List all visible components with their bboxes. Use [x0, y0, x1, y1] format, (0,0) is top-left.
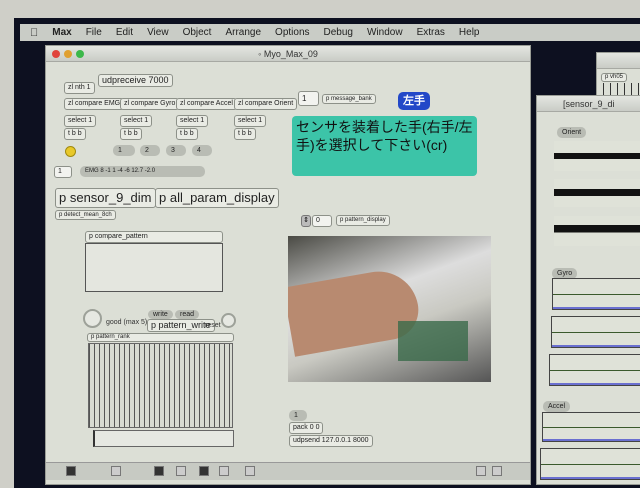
- grid-icon[interactable]: [219, 466, 229, 476]
- zl-compare-emg[interactable]: zl compare EMG: [64, 98, 125, 110]
- message-bank-object[interactable]: p message_bank: [322, 94, 376, 104]
- inspector-icon[interactable]: [199, 466, 209, 476]
- instruction-comment: センサを装着した手(右手/左手)を選択して下さい(cr): [292, 116, 477, 176]
- pattern-rank-object[interactable]: p pattern_rank: [87, 333, 234, 342]
- bang-button[interactable]: [65, 146, 76, 157]
- toggle-circle-left[interactable]: [83, 309, 102, 328]
- circuit-board-image: [398, 321, 468, 361]
- message-1[interactable]: 1: [113, 145, 135, 156]
- zl-nth-object[interactable]: zl nth 1: [64, 82, 95, 94]
- left-panel-icon[interactable]: [476, 466, 486, 476]
- select-object[interactable]: select 1: [234, 115, 267, 127]
- left-hand-button[interactable]: 左手: [398, 92, 430, 110]
- lock-icon[interactable]: [66, 466, 76, 476]
- presentation-icon[interactable]: [111, 466, 121, 476]
- good-max-label: good (max 5): [106, 319, 148, 326]
- trigger-object[interactable]: t b b: [64, 128, 86, 140]
- number-box[interactable]: 1: [54, 166, 72, 178]
- stepper-icon[interactable]: ⇕: [301, 215, 311, 227]
- select-object[interactable]: select 1: [120, 115, 153, 127]
- emg-message[interactable]: EMG 8 -1 1 -4 -6 12.7 -2.0: [80, 166, 205, 177]
- compare-pattern-object[interactable]: p compare_pattern: [85, 231, 223, 243]
- write-message[interactable]: write: [148, 310, 173, 319]
- trigger-object[interactable]: t b b: [234, 128, 256, 140]
- zl-compare-accel[interactable]: zl compare Accel: [176, 98, 237, 110]
- sensor-9-dim-object[interactable]: p sensor_9_dim: [55, 188, 156, 208]
- all-param-display-object[interactable]: p all_param_display: [155, 188, 279, 208]
- message-3[interactable]: 3: [166, 145, 186, 156]
- reset-button[interactable]: [221, 313, 236, 328]
- pattern-display-object[interactable]: p pattern_display: [336, 215, 390, 226]
- debug-icon[interactable]: [176, 466, 186, 476]
- message-2[interactable]: 2: [140, 145, 160, 156]
- select-object[interactable]: select 1: [176, 115, 209, 127]
- display-number-box[interactable]: 0: [312, 215, 332, 227]
- read-message[interactable]: read: [175, 310, 200, 319]
- new-object-icon[interactable]: [154, 466, 164, 476]
- udpsend-object[interactable]: udpsend 127.0.0.1 8000: [289, 435, 373, 447]
- message-one[interactable]: 1: [289, 410, 307, 421]
- reset-label: reset: [205, 322, 221, 329]
- compare-pattern-display: [85, 243, 223, 292]
- detect-mean-object[interactable]: p detect_mean_8ch: [55, 210, 116, 220]
- trigger-object[interactable]: t b b: [176, 128, 198, 140]
- zl-compare-orient[interactable]: zl compare Orient: [234, 98, 298, 110]
- message-4[interactable]: 4: [192, 145, 212, 156]
- clipboard-icon[interactable]: [245, 466, 255, 476]
- right-panel-icon[interactable]: [492, 466, 502, 476]
- bank-number-box[interactable]: 1: [298, 91, 319, 106]
- select-object[interactable]: select 1: [64, 115, 97, 127]
- camera-video-display: [288, 236, 491, 382]
- pattern-rank-multislider[interactable]: [88, 343, 233, 428]
- udpreceive-object[interactable]: udpreceive 7000: [98, 74, 173, 87]
- trigger-object[interactable]: t b b: [120, 128, 142, 140]
- zl-compare-gyro[interactable]: zl compare Gyro: [120, 98, 180, 110]
- text-entry-field[interactable]: [93, 430, 234, 447]
- pack-object[interactable]: pack 0 0: [289, 422, 324, 434]
